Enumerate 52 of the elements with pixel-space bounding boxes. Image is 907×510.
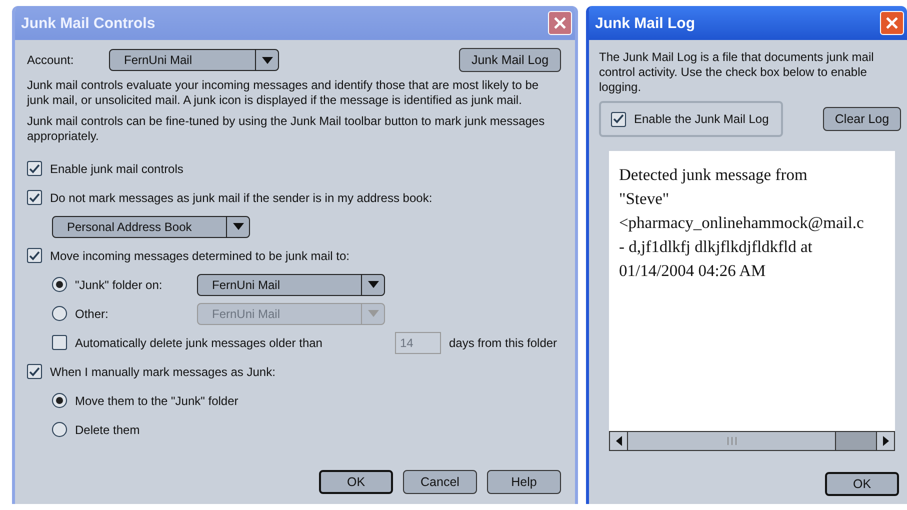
grip-icon [726, 437, 738, 445]
caret-icon [232, 223, 244, 230]
close-button[interactable] [880, 11, 904, 35]
option-label: Enable junk mail controls [50, 162, 184, 176]
window-title: Junk Mail Log [595, 14, 696, 32]
close-icon [886, 17, 898, 29]
caret-icon [368, 310, 378, 317]
checkbox[interactable] [611, 112, 626, 126]
close-button[interactable] [548, 11, 572, 35]
close-icon [554, 17, 566, 29]
window-title: Junk Mail Controls [21, 14, 156, 32]
caret-icon [262, 56, 272, 64]
checkbox[interactable] [27, 190, 42, 205]
description-text: Junk mail controls evaluate your incoming messages and identify those that are most likely to be junk mail, or unsolicited mail. A junk icon is displayed if the message is identified as junk mail. [27, 78, 540, 108]
description-text: The Junk Mail Log is a file that documents junk mail control activity. Use the check box below to enable logging. [599, 50, 875, 95]
option-label: Do not mark messages as junk mail if the sender is in my address book: [50, 190, 432, 204]
address-book-dropdown[interactable]: Personal Address Book [52, 216, 250, 238]
caret-icon [368, 281, 378, 288]
junk-mail-log-button[interactable]: Junk Mail Log [459, 48, 561, 72]
option-label: "Junk" folder on: [75, 278, 164, 292]
ok-button[interactable]: OK [825, 472, 899, 496]
clear-log-button[interactable]: Clear Log [823, 107, 901, 131]
log-line: <pharmacy_onlinehammock@mail.c [619, 212, 865, 234]
folder-dropdown[interactable]: FernUni Mail [197, 274, 385, 296]
option-label: When I manually mark messages as Junk: [50, 364, 276, 378]
log-line: 01/14/2004 04:26 AM [619, 260, 767, 282]
dialog-button[interactable]: Cancel [403, 470, 477, 494]
checkbox[interactable] [27, 364, 42, 379]
days-suffix: days from this folder [449, 336, 558, 350]
option-label: Move incoming messages determined to be junk mail to: [50, 248, 350, 262]
log-line: - d,jf1dlkfj dlkjflkdjfldkfld at [619, 236, 814, 258]
account-label: Account: [27, 53, 75, 67]
option-label: Automatically delete junk messages older than [75, 336, 324, 350]
left-arrow-icon [616, 436, 622, 446]
dialog-button[interactable]: Help [487, 470, 561, 494]
checkbox[interactable] [27, 161, 42, 176]
log-line: "Steve" [619, 188, 670, 210]
dialog-button[interactable]: OK [319, 470, 393, 494]
horizontal-scrollbar[interactable] [609, 431, 895, 451]
radio-button[interactable] [52, 422, 67, 437]
radio-button[interactable] [52, 393, 67, 408]
option-label: Other: [75, 306, 110, 320]
option-label: Move them to the "Junk" folder [75, 394, 238, 408]
checkbox[interactable] [27, 248, 42, 263]
log-line: Detected junk message from [619, 164, 808, 186]
description-text: Junk mail controls can be fine-tuned by using the Junk Mail toolbar button to mark junk messages appropriately. [27, 114, 546, 144]
right-arrow-icon [882, 436, 888, 446]
option-label: Delete them [75, 422, 140, 436]
radio-button[interactable] [52, 306, 67, 321]
account-dropdown[interactable]: FernUni Mail [109, 49, 279, 71]
option-label: Enable the Junk Mail Log [634, 112, 769, 126]
radio-button[interactable] [52, 277, 67, 292]
